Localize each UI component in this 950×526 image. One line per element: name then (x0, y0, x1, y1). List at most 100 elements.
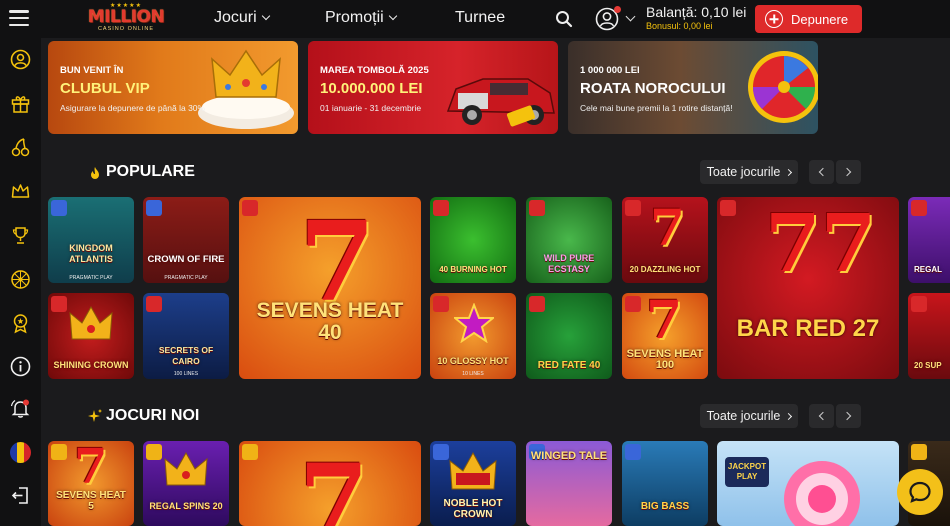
game-tile[interactable]: 40 BURNING HOT (430, 197, 516, 283)
all-games-button[interactable]: Toate jocurile (700, 404, 798, 428)
seven-symbol: 7 (299, 442, 369, 526)
notification-dot (614, 6, 621, 13)
hot-badge (529, 200, 545, 216)
banner-wheel[interactable]: 1 000 000 LEI ROATA NOROCULUI Cele mai b… (568, 41, 818, 134)
nav-promotii[interactable]: Promoții (325, 9, 397, 27)
game-name: 20 SUP (914, 361, 942, 370)
game-name: WINGED TALE (530, 450, 608, 462)
wheel-icon[interactable] (10, 269, 31, 290)
game-tile-large[interactable]: 7 SEVENS HEAT 40 (239, 197, 421, 379)
all-games-label: Toate jocurile (706, 409, 781, 423)
banner-vip-club[interactable]: BUN VENIT ÎN CLUBUL VIP Asigurare la dep… (48, 41, 298, 134)
seven-symbol: 7 (646, 293, 683, 351)
chevron-right-icon (785, 168, 793, 176)
game-name: 20 DAZZLING HOT (629, 265, 701, 274)
all-games-button[interactable]: Toate jocurile (700, 160, 798, 184)
game-tile-large[interactable]: JACKPOT PLAY (717, 441, 899, 526)
cherries-icon[interactable] (10, 137, 31, 158)
game-tile[interactable]: 7 SEVENS HEAT 100 (622, 293, 708, 379)
banner-line3: 01 ianuarie - 31 decembrie (320, 103, 422, 113)
game-tile-large[interactable]: 7 (239, 441, 421, 526)
logo[interactable]: ★★★★★ MILLION CASINO ONLINE (84, 3, 168, 35)
game-tile[interactable]: WILD PURE ECSTASY (526, 197, 612, 283)
game-name: WILD PURE ECSTASY (543, 253, 595, 274)
logout-icon[interactable] (10, 485, 31, 506)
hot-badge (529, 296, 545, 312)
game-name: 40 BURNING HOT (439, 265, 507, 274)
nav-turnee[interactable]: Turnee (455, 9, 505, 27)
carousel-next-button[interactable] (836, 160, 861, 184)
game-tile[interactable]: WINGED TALE (526, 441, 612, 526)
section-title-popular: POPULARE (106, 163, 195, 180)
game-name: KINGDOM ATLANTIS (69, 243, 113, 264)
game-tile[interactable]: REGAL SPINS 20 (143, 441, 229, 526)
chevron-left-icon (818, 167, 828, 177)
chevron-right-icon (842, 411, 852, 421)
user-circle-icon[interactable] (10, 49, 31, 70)
game-tile[interactable]: SECRETS OF CAIRO 100 LINES (143, 293, 229, 379)
nav-jocuri[interactable]: Jocuri (214, 9, 270, 27)
game-tile[interactable]: 20 SUP (908, 293, 950, 379)
hot-badge (720, 200, 736, 216)
hot-badge (433, 296, 449, 312)
game-name: SECRETS OF CAIRO (158, 345, 214, 366)
game-tile[interactable]: 7 20 DAZZLING HOT (622, 197, 708, 283)
menu-icon[interactable] (9, 10, 29, 26)
game-tile-large[interactable]: 77 BAR RED 27 (717, 197, 899, 379)
game-tile[interactable]: RED FATE 40 (526, 293, 612, 379)
game-tile[interactable]: KINGDOM ATLANTIS PRAGMATIC PLAY (48, 197, 134, 283)
game-tile[interactable]: 10 GLOSSY HOT 10 LINES (430, 293, 516, 379)
game-tile[interactable]: SHINING CROWN (48, 293, 134, 379)
game-tile[interactable]: REGAL (908, 197, 950, 283)
deposit-button[interactable]: Depunere (755, 5, 862, 33)
info-icon[interactable] (10, 356, 31, 377)
jackpot-badge (625, 444, 641, 460)
hot-badge (911, 200, 927, 216)
game-tile[interactable]: BIG BASS (622, 441, 708, 526)
hot-badge (51, 296, 67, 312)
game-name: CROWN OF FIRE (147, 254, 225, 265)
nav-label: Promoții (325, 9, 384, 26)
gift-icon[interactable] (10, 93, 31, 114)
banner-line3: Asigurare la depunere de până la 30% (60, 103, 206, 113)
chevron-down-icon (388, 11, 397, 21)
romania-flag-icon[interactable] (10, 442, 31, 463)
carousel-prev-button[interactable] (809, 404, 834, 428)
wheel-of-fortune-illustration (748, 51, 818, 123)
search-icon[interactable] (555, 10, 573, 28)
game-tile[interactable]: 7 SEVENS HEAT 5 (48, 441, 134, 526)
jackpot-badge (433, 444, 449, 460)
game-provider: 100 LINES (173, 371, 199, 377)
trophy-icon[interactable] (10, 225, 31, 246)
chat-icon (909, 481, 931, 503)
sidebar (0, 38, 41, 526)
chevron-left-icon (818, 411, 828, 421)
chevron-down-icon[interactable] (625, 11, 636, 22)
balance-display[interactable]: Balanță: 0,10 lei Bonusul: 0,00 lei (646, 5, 746, 32)
hot-badge (242, 200, 258, 216)
sparkle-icon (88, 409, 102, 422)
bell-alert-icon[interactable] (10, 398, 31, 419)
all-games-label: Toate jocurile (706, 165, 781, 179)
carousel-next-button[interactable] (836, 404, 861, 428)
logo-subtitle: CASINO ONLINE (97, 26, 155, 32)
banner-line1: 1 000 000 LEI (580, 65, 640, 76)
carousel-prev-button[interactable] (809, 160, 834, 184)
game-name: SHINING CROWN (53, 360, 129, 370)
hot-badge (911, 296, 927, 312)
crown-icon[interactable] (10, 181, 31, 202)
bonus-label: Bonusul: 0,00 lei (646, 21, 713, 31)
banner-tombola[interactable]: MAREA TOMBOLĂ 2025 10.000.000 LEI 01 ian… (308, 41, 558, 134)
star-symbol-icon (454, 303, 494, 343)
game-tile[interactable]: NOBLE HOT CROWN (430, 441, 516, 526)
game-name: NOBLE HOT CROWN (443, 498, 503, 520)
game-tile[interactable]: CROWN OF FIRE PRAGMATIC PLAY (143, 197, 229, 283)
game-name: BIG BASS (640, 501, 690, 512)
jackpot-badge (146, 200, 162, 216)
new-badge (911, 444, 927, 460)
live-chat-button[interactable] (897, 469, 943, 515)
banner-line1: MAREA TOMBOLĂ 2025 (320, 65, 429, 76)
award-icon[interactable] (10, 313, 31, 334)
hot-badge (625, 296, 641, 312)
new-badge (51, 444, 67, 460)
